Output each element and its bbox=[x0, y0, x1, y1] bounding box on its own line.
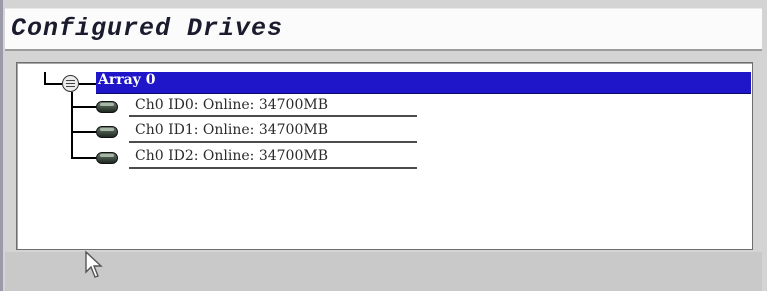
tree-item-drive-label[interactable]: Ch0 ID2: Online: 34700MB bbox=[135, 147, 328, 165]
tree-item-separator bbox=[129, 167, 417, 169]
tree-item-drive-label[interactable]: Ch0 ID1: Online: 34700MB bbox=[135, 121, 328, 139]
tree-drive-trunk bbox=[71, 92, 73, 158]
disk-icon[interactable] bbox=[96, 101, 118, 113]
tree-branch-line bbox=[71, 131, 96, 133]
mouse-pointer-icon bbox=[85, 250, 103, 278]
tree-root-stub bbox=[44, 83, 62, 85]
configured-drives-window: Configured Drives Array 0 Ch0 ID0: Onlin… bbox=[0, 0, 767, 291]
tree-item-array-label: Array 0 bbox=[98, 72, 156, 88]
tree-item-drive-label[interactable]: Ch0 ID0: Online: 34700MB bbox=[135, 96, 328, 114]
tree-item-separator bbox=[129, 115, 417, 117]
tree-branch-line bbox=[71, 106, 96, 108]
bottom-panel bbox=[5, 252, 762, 291]
tree-item-array-0[interactable]: Array 0 bbox=[96, 72, 751, 93]
drive-tree-panel[interactable]: Array 0 Ch0 ID0: Online: 34700MB Ch0 ID1… bbox=[16, 62, 753, 250]
window-title: Configured Drives bbox=[11, 14, 284, 43]
array-icon[interactable] bbox=[62, 75, 79, 92]
tree-item-separator bbox=[129, 141, 417, 143]
disk-icon[interactable] bbox=[96, 126, 118, 138]
tree-branch-line bbox=[71, 157, 96, 159]
title-bar: Configured Drives bbox=[5, 8, 762, 51]
array-icon-connector bbox=[79, 83, 96, 85]
window-left-edge bbox=[0, 0, 3, 291]
disk-icon[interactable] bbox=[96, 152, 118, 164]
